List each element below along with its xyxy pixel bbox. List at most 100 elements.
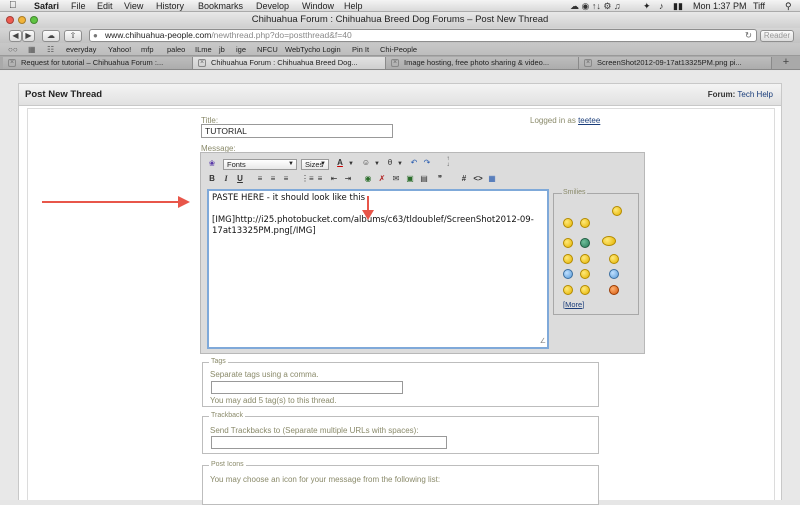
smiley-icon[interactable] xyxy=(580,269,590,279)
font-color-icon[interactable]: A xyxy=(335,158,345,168)
menu-file[interactable]: File xyxy=(71,0,86,12)
indent-icon[interactable]: ⇥ xyxy=(343,174,353,184)
menu-edit[interactable]: Edit xyxy=(97,0,113,12)
undo-icon[interactable]: ↶ xyxy=(409,158,419,168)
smiley-icon[interactable] xyxy=(612,206,622,216)
smiley-icon[interactable] xyxy=(563,254,573,264)
bookmark-ilme[interactable]: ILme xyxy=(195,43,212,56)
size-select[interactable]: Sizes ▼ xyxy=(301,159,329,170)
smiley-icon[interactable] xyxy=(580,238,590,248)
menu-develop[interactable]: Develop xyxy=(256,0,289,12)
bold-button[interactable]: B xyxy=(207,174,217,184)
show-all-bookmarks-icon[interactable]: ☷ xyxy=(47,43,54,56)
menu-help[interactable]: Help xyxy=(344,0,363,12)
smiley-icon[interactable] xyxy=(580,218,590,228)
bookmark-webtycho-login[interactable]: WebTycho Login xyxy=(285,43,341,56)
insert-email-icon[interactable]: ✉ xyxy=(391,174,401,184)
bookmark-jb[interactable]: jb xyxy=(219,43,225,56)
smiley-icon[interactable] xyxy=(563,238,573,248)
address-bar[interactable]: ● www.chihuahua-people.com/newthread.php… xyxy=(89,29,757,42)
menu-bookmarks[interactable]: Bookmarks xyxy=(198,0,243,12)
smiley-icon[interactable] xyxy=(563,285,573,295)
italic-button[interactable]: I xyxy=(221,174,231,184)
tags-input[interactable] xyxy=(211,381,403,394)
volume-icon[interactable]: ♪ xyxy=(659,0,664,12)
icloud-tabs-button[interactable]: ☁ xyxy=(42,30,60,42)
font-select[interactable]: Fonts ▼ xyxy=(223,159,297,170)
smiley-icon[interactable] xyxy=(602,236,616,246)
logged-in-user-link[interactable]: teetee xyxy=(578,116,600,125)
smiley-insert-icon[interactable]: ☺ xyxy=(361,158,371,168)
remove-link-icon[interactable]: ✗ xyxy=(377,174,387,184)
quote-icon[interactable]: ❞ xyxy=(435,174,445,184)
menu-window[interactable]: Window xyxy=(302,0,334,12)
menu-user[interactable]: Tiff xyxy=(753,0,765,12)
apple-menu-icon[interactable]:  xyxy=(9,0,17,12)
chevron-down-icon[interactable]: ▼ xyxy=(395,159,405,169)
resize-handle-icon[interactable]: ∠ xyxy=(540,336,546,347)
bookmark-chi-people[interactable]: Chi-People xyxy=(380,43,417,56)
switch-editor-mode-icon[interactable]: ❀ xyxy=(207,159,217,169)
reading-list-icon[interactable]: ○○ xyxy=(8,43,18,56)
menu-view[interactable]: View xyxy=(124,0,143,12)
more-smilies-link[interactable]: [More] xyxy=(563,300,584,309)
close-tab-icon[interactable]: × xyxy=(8,59,16,67)
menu-clock[interactable]: Mon 1:37 PM xyxy=(693,0,747,12)
redo-icon[interactable]: ↷ xyxy=(422,158,432,168)
ordered-list-icon[interactable]: ⋮≡ xyxy=(301,174,314,184)
share-button[interactable]: ⇧ xyxy=(64,30,82,42)
chevron-down-icon[interactable]: ▼ xyxy=(372,159,382,169)
forward-button[interactable]: ▶ xyxy=(22,30,35,42)
back-button[interactable]: ◀ xyxy=(9,30,22,42)
html-icon[interactable]: <> xyxy=(473,174,483,184)
smiley-icon[interactable] xyxy=(609,254,619,264)
unordered-list-icon[interactable]: ≡ xyxy=(315,174,325,184)
underline-button[interactable]: U xyxy=(235,174,245,184)
smiley-icon[interactable] xyxy=(563,269,573,279)
attachment-icon[interactable]: θ xyxy=(385,158,395,168)
bookmark-yahoo[interactable]: Yahoo! xyxy=(108,43,131,56)
top-sites-icon[interactable]: ▦ xyxy=(28,43,36,56)
battery-icon[interactable]: ▮▮ xyxy=(673,0,683,12)
wifi-icon[interactable]: ✦ xyxy=(643,0,651,12)
php-icon[interactable]: ▦ xyxy=(487,174,497,184)
smiley-icon[interactable] xyxy=(563,218,573,228)
smiley-icon[interactable] xyxy=(580,254,590,264)
bookmark-everyday[interactable]: everyday xyxy=(66,43,96,56)
reader-button[interactable]: Reader xyxy=(760,30,794,42)
new-tab-icon[interactable]: + xyxy=(775,56,797,70)
bookmark-pin-it[interactable]: Pin It xyxy=(352,43,369,56)
align-center-icon[interactable]: ≡ xyxy=(268,174,278,184)
tab-image-hosting[interactable]: × Image hosting, free photo sharing & vid… xyxy=(386,57,579,69)
outdent-icon[interactable]: ⇤ xyxy=(329,174,339,184)
tab-request-tutorial[interactable]: × Request for tutorial – Chihuahua Forum … xyxy=(3,57,193,69)
chevron-down-icon[interactable]: ▼ xyxy=(346,159,356,169)
smiley-icon[interactable] xyxy=(609,285,619,295)
insert-link-icon[interactable]: ◉ xyxy=(363,174,373,184)
smiley-icon[interactable] xyxy=(609,269,619,279)
status-icons[interactable]: ☁ ◉ ↑↓ ⚙ ♫ xyxy=(570,0,621,12)
bookmark-ige[interactable]: ige xyxy=(236,43,246,56)
menu-app-name[interactable]: Safari xyxy=(34,0,59,12)
close-tab-icon[interactable]: × xyxy=(198,59,206,67)
tab-post-new-thread[interactable]: × Chihuahua Forum : Chihuahua Breed Dog..… xyxy=(193,57,386,69)
trackback-input[interactable] xyxy=(211,436,447,449)
spotlight-icon[interactable]: ⚲ xyxy=(785,0,792,12)
resize-editor-icon[interactable]: ↑ ↓ xyxy=(443,156,453,168)
forum-link[interactable]: Tech Help xyxy=(737,90,773,99)
code-icon[interactable]: # xyxy=(459,174,469,184)
bookmark-mfp[interactable]: mfp xyxy=(141,43,154,56)
bookmark-paleo[interactable]: paleo xyxy=(167,43,185,56)
close-tab-icon[interactable]: × xyxy=(584,59,592,67)
insert-image-icon[interactable]: ▣ xyxy=(405,174,415,184)
bookmark-nfcu[interactable]: NFCU xyxy=(257,43,278,56)
smiley-icon[interactable] xyxy=(580,285,590,295)
align-right-icon[interactable]: ≡ xyxy=(281,174,291,184)
tab-screenshot[interactable]: × ScreenShot2012-09-17at13325PM.png pi... xyxy=(579,57,772,69)
insert-video-icon[interactable]: ▤ xyxy=(419,174,429,184)
message-textarea[interactable]: PASTE HERE - it should look like this [I… xyxy=(207,189,549,349)
reload-icon[interactable]: ↻ xyxy=(745,30,752,41)
title-input[interactable]: TUTORIAL xyxy=(201,124,393,138)
align-left-icon[interactable]: ≡ xyxy=(255,174,265,184)
menu-history[interactable]: History xyxy=(156,0,184,12)
